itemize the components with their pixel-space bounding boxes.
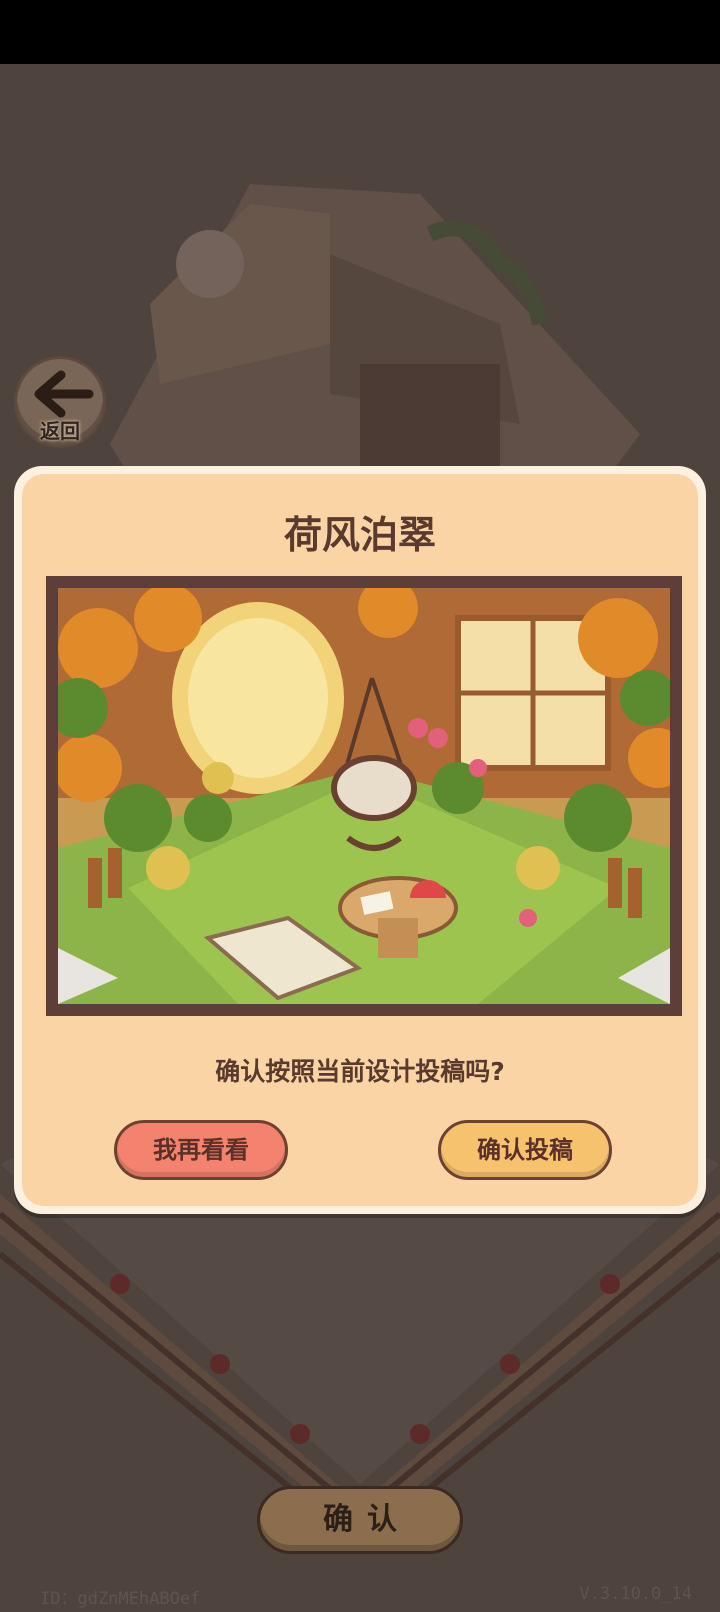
back-arrow-icon xyxy=(34,370,94,418)
dialog-question: 确认按照当前设计投稿吗? xyxy=(215,1057,505,1086)
design-preview-frame xyxy=(46,576,682,1016)
reconsider-button[interactable]: 我再看看 xyxy=(114,1120,288,1180)
design-preview-image xyxy=(58,588,670,1004)
dialog-title: 荷风泊翠 xyxy=(283,513,436,557)
back-button[interactable]: 返回 xyxy=(14,356,106,448)
player-id-text: ID：gdZnMEhABOef xyxy=(40,1589,201,1609)
confirm-submit-button[interactable]: 确认投稿 xyxy=(438,1120,612,1180)
dialog-panel: 荷风泊翠 确认按照当前设计投稿吗? 我再看看 确认投稿 xyxy=(22,474,698,1206)
submit-confirm-dialog: 荷风泊翠 确认按照当前设计投稿吗? 我再看看 确认投稿 xyxy=(14,466,706,1214)
version-text: V.3.10.0_14 xyxy=(579,1584,692,1604)
status-bar xyxy=(0,0,720,64)
bottom-confirm-button[interactable]: 确认 xyxy=(257,1486,463,1554)
back-button-label: 返回 xyxy=(40,419,80,443)
